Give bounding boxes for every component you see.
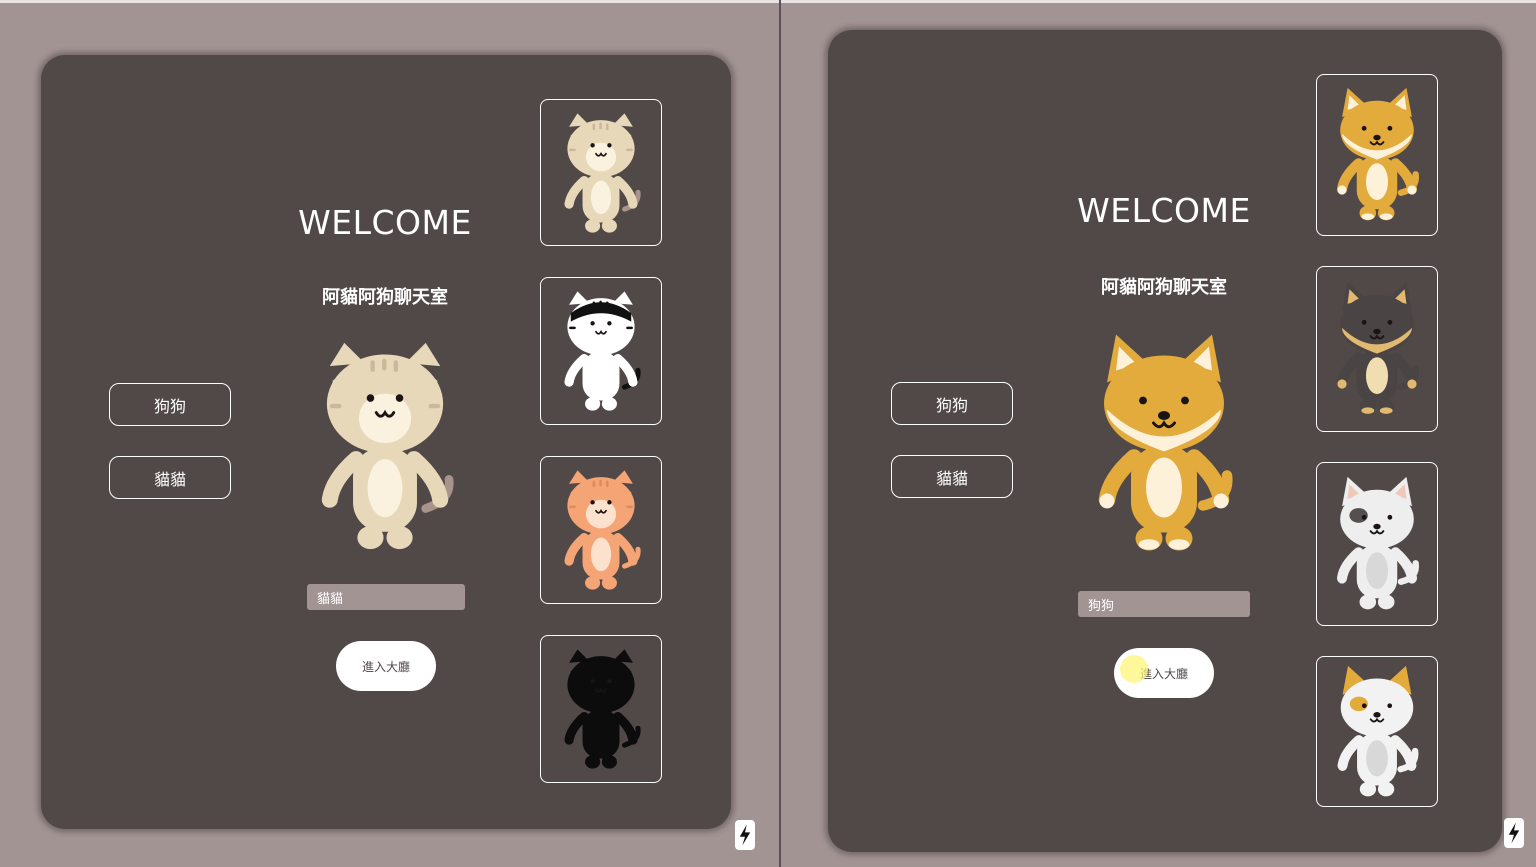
- selected-avatar-tabby-cat-icon: [310, 337, 460, 555]
- selected-avatar-shiba-dog-icon: [1089, 326, 1239, 562]
- bolt-icon[interactable]: [735, 820, 755, 850]
- page-title: WELCOME: [1077, 191, 1251, 230]
- avatar-card-spotted-dog[interactable]: [1316, 462, 1438, 626]
- login-panel-left: WELCOME 阿貓阿狗聊天室 狗狗 貓貓 貓貓 進入大廳: [41, 55, 731, 829]
- window-top-border: [0, 0, 1536, 3]
- tabby-cat-icon: [558, 110, 644, 236]
- cat-option-button[interactable]: 貓貓: [891, 455, 1013, 498]
- shiba-dog-icon: [1331, 85, 1423, 225]
- split-divider: [779, 0, 781, 867]
- avatar-card-shiba-dog[interactable]: [1316, 74, 1438, 236]
- login-panel-right: WELCOME 阿貓阿狗聊天室 狗狗 貓貓 狗狗 進入大廳: [828, 30, 1502, 852]
- bolt-icon[interactable]: [1504, 818, 1524, 848]
- avatar-card-black-dog[interactable]: [1316, 266, 1438, 432]
- nickname-input[interactable]: 狗狗: [1078, 591, 1250, 617]
- black-cat-icon: [558, 646, 644, 772]
- page-subtitle: 阿貓阿狗聊天室: [1101, 277, 1227, 298]
- avatar-card-tabby-cat[interactable]: [540, 99, 662, 246]
- calico-dog-icon: [1331, 664, 1423, 800]
- orange-cat-icon: [558, 467, 644, 593]
- avatar-card-black-cat[interactable]: [540, 635, 662, 783]
- enter-lobby-button[interactable]: 進入大廳: [336, 641, 436, 691]
- nickname-input[interactable]: 貓貓: [307, 584, 465, 610]
- avatar-card-tuxedo-cat[interactable]: [540, 277, 662, 425]
- cat-option-button[interactable]: 貓貓: [109, 456, 231, 499]
- dog-option-button[interactable]: 狗狗: [109, 383, 231, 426]
- dog-option-button[interactable]: 狗狗: [891, 382, 1013, 425]
- tuxedo-cat-icon: [558, 288, 644, 414]
- avatar-card-orange-cat[interactable]: [540, 456, 662, 604]
- spotted-dog-icon: [1331, 474, 1423, 614]
- hand-pointer-icon: [1120, 655, 1148, 683]
- black-dog-icon: [1331, 279, 1423, 419]
- page-subtitle: 阿貓阿狗聊天室: [322, 287, 448, 308]
- avatar-card-calico-dog[interactable]: [1316, 656, 1438, 807]
- page-title: WELCOME: [298, 203, 472, 242]
